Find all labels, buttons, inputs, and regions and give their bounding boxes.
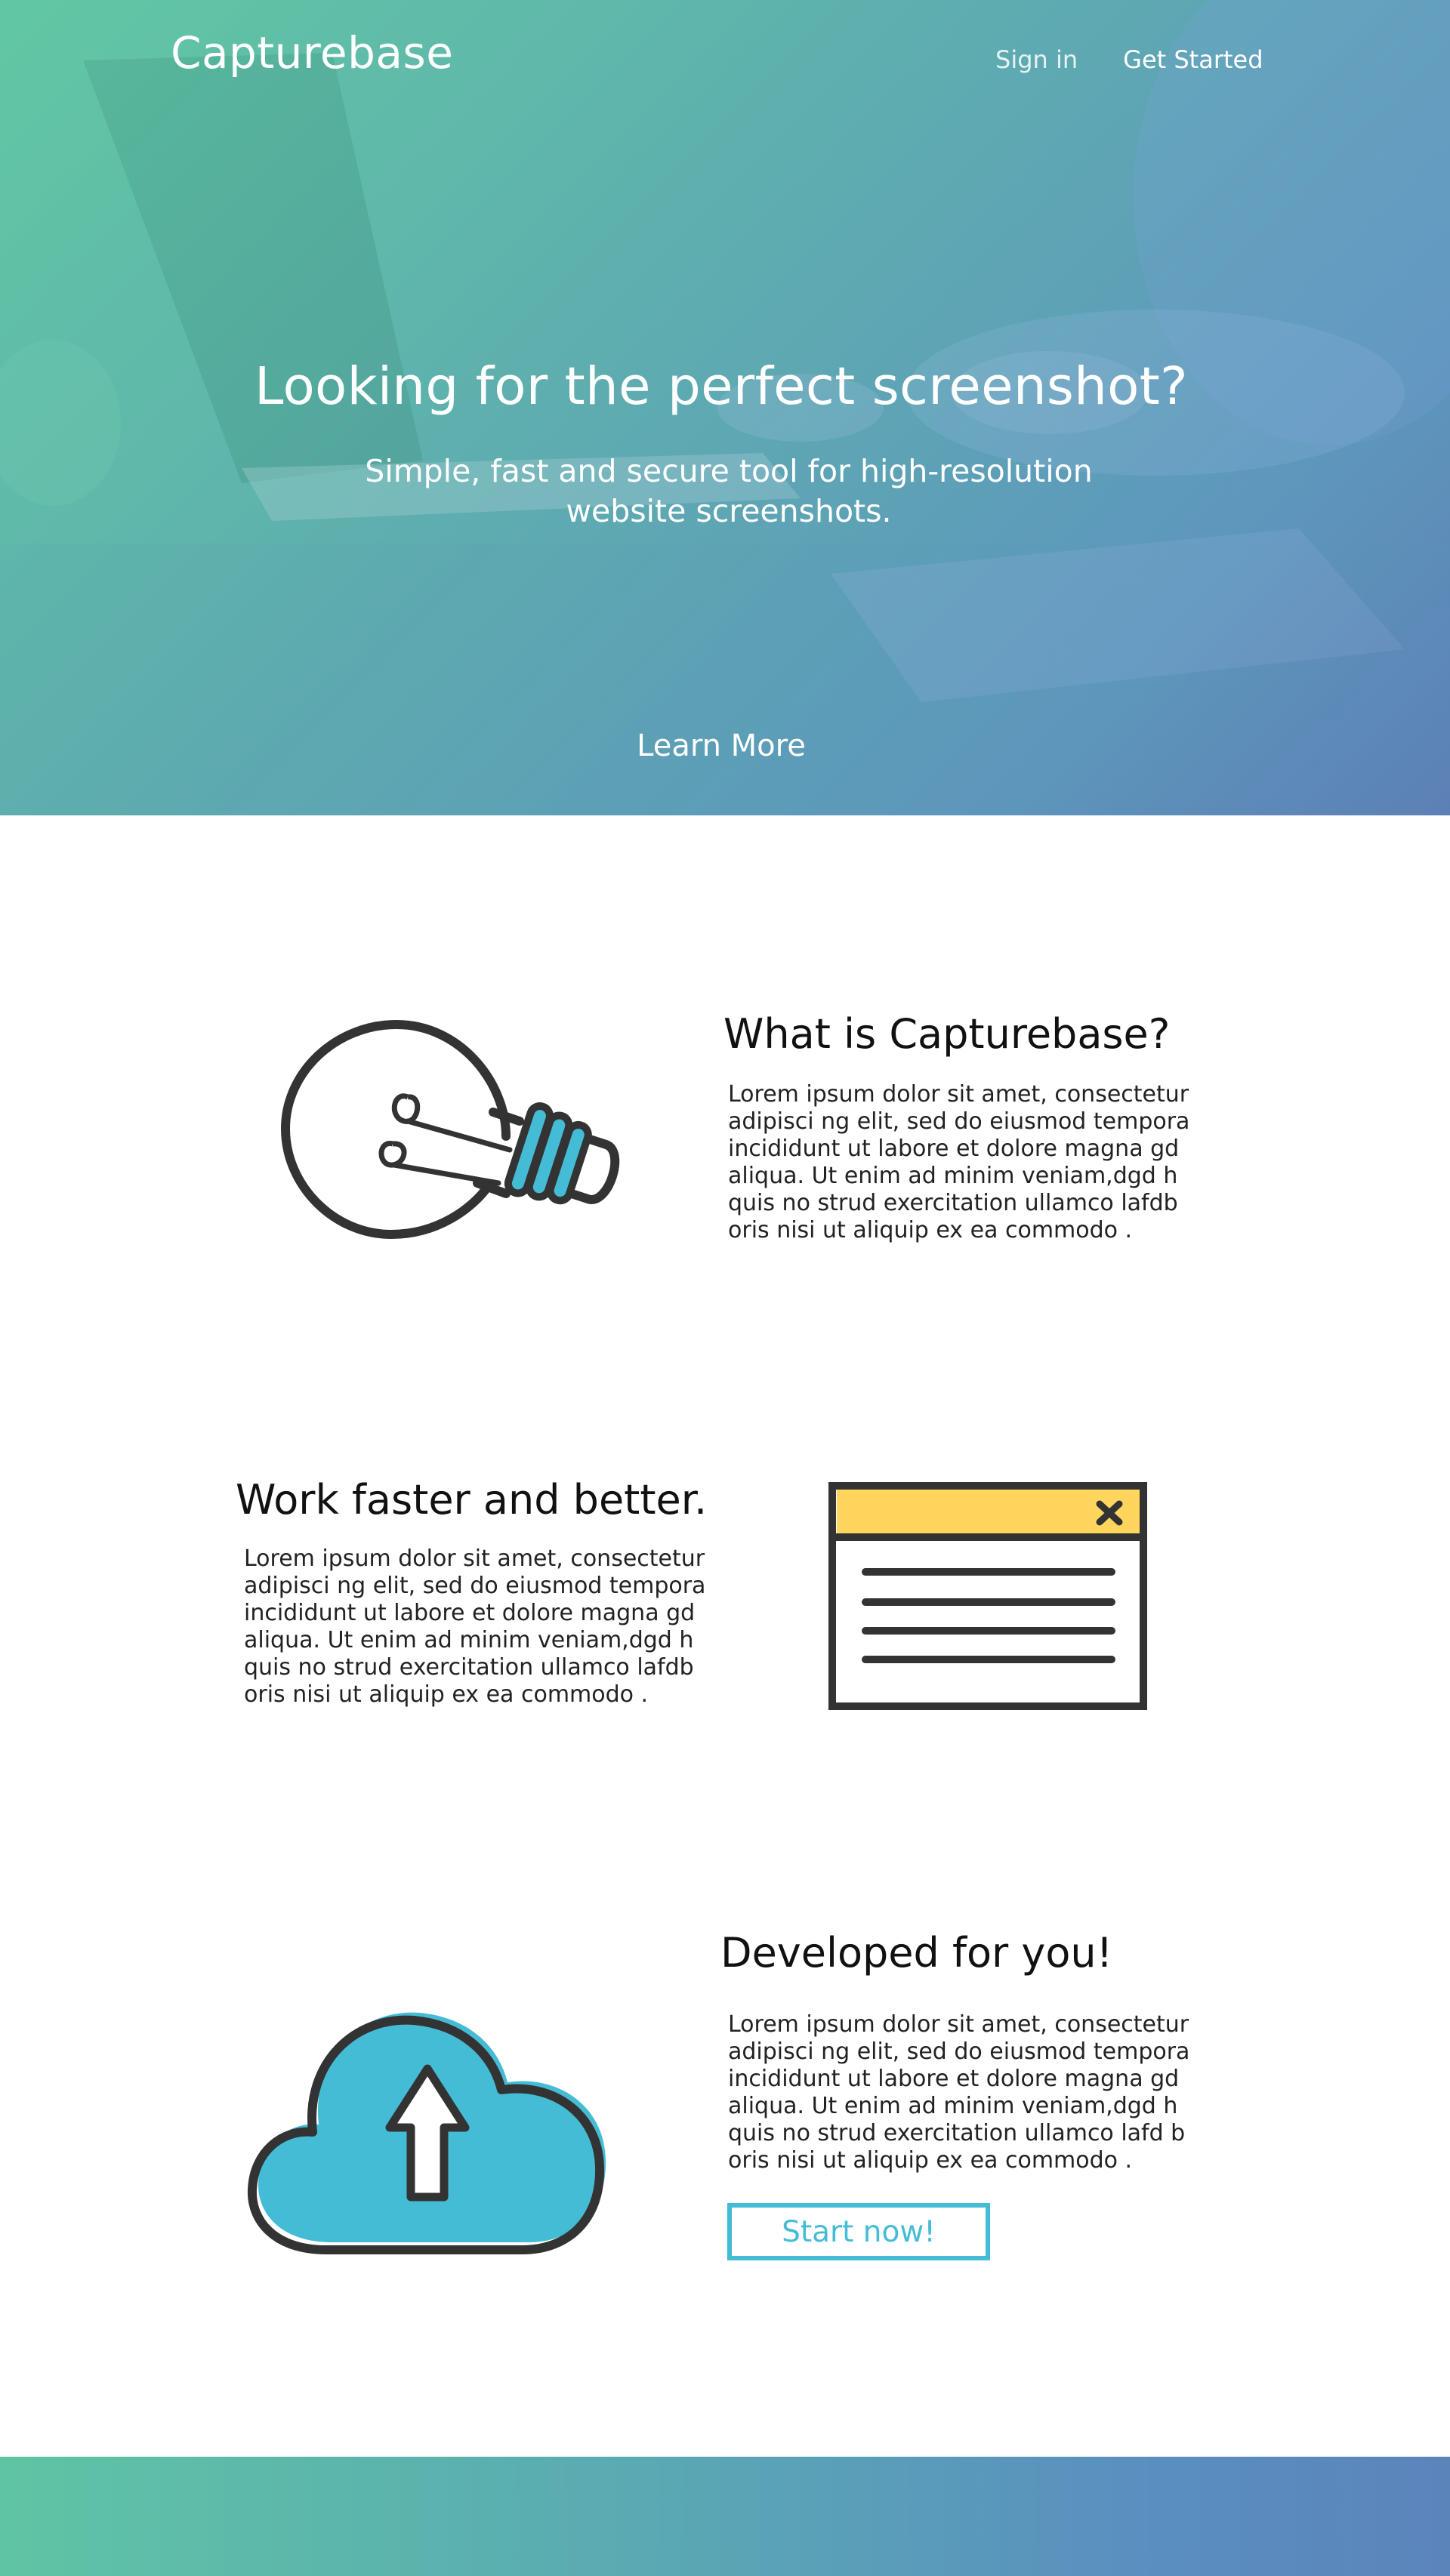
browser-window-icon — [828, 1482, 1147, 1710]
footer-band — [0, 2457, 1450, 2576]
sign-in-link[interactable]: Sign in — [995, 45, 1078, 74]
hero-subtitle: Simple, fast and secure tool for high-re… — [365, 453, 1093, 529]
feature-title: Work faster and better. — [236, 1476, 708, 1524]
start-now-button[interactable]: Start now! — [727, 2203, 990, 2260]
learn-more-link[interactable]: Learn More — [0, 729, 1442, 763]
hero-title: Looking for the perfect screenshot? — [255, 356, 1188, 417]
hero-section: Capturebase Sign in Get Started Looking … — [0, 0, 1450, 815]
lightbulb-icon — [280, 1019, 620, 1240]
top-navigation: Sign in Get Started — [995, 45, 1263, 74]
get-started-link[interactable]: Get Started — [1123, 45, 1263, 74]
feature-title: Developed for you! — [720, 1929, 1113, 1977]
feature-description: Lorem ipsum dolor sit amet, consectetur … — [728, 2011, 1190, 2174]
feature-description: Lorem ipsum dolor sit amet, consectetur … — [244, 1545, 706, 1708]
feature-description: Lorem ipsum dolor sit amet, consectetur … — [728, 1081, 1190, 1243]
site-logo[interactable]: Capturebase — [171, 27, 453, 79]
feature-title: What is Capturebase? — [723, 1010, 1171, 1058]
cloud-upload-icon — [247, 2012, 606, 2254]
